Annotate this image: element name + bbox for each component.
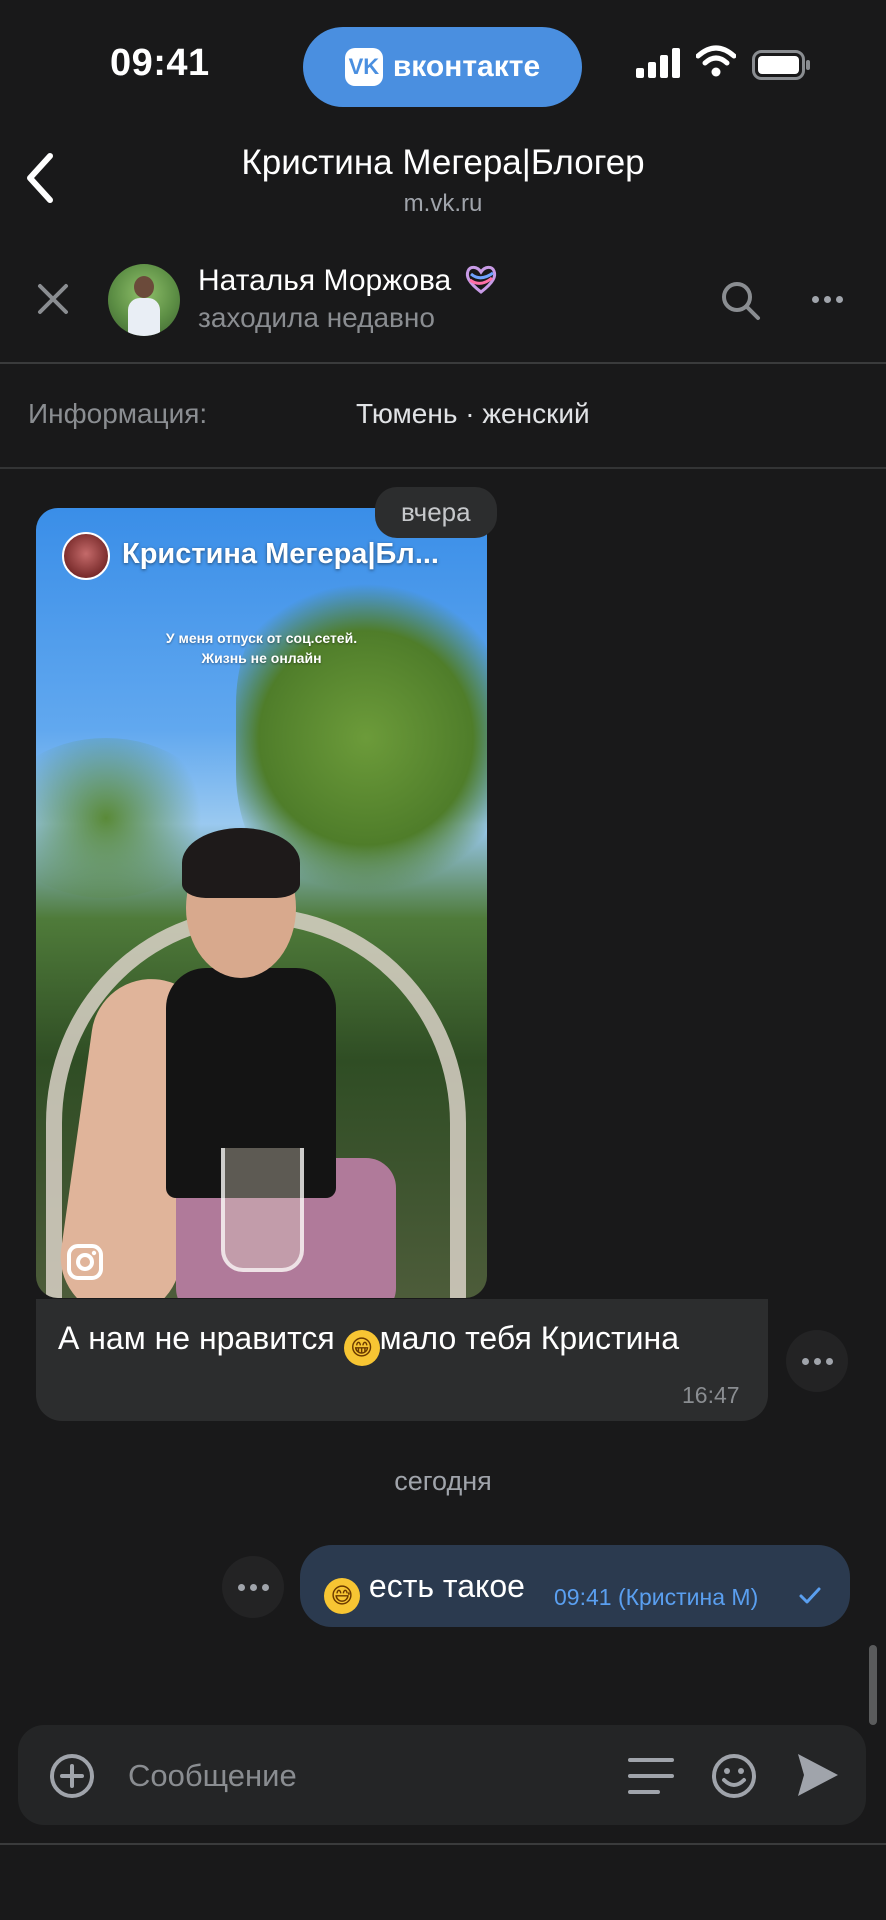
close-icon[interactable] <box>36 282 70 316</box>
info-value: Тюмень · женский <box>356 398 590 429</box>
vk-app-pill[interactable]: VK вконтакте <box>303 27 582 107</box>
incoming-message-time: 16:47 <box>682 1382 740 1408</box>
signal-icon <box>636 48 680 78</box>
contact-avatar[interactable] <box>108 264 180 336</box>
vk-logo-icon: VK <box>344 48 383 86</box>
date-separator-today: сегодня <box>394 1466 492 1496</box>
chat-domain: m.vk.ru <box>403 190 483 217</box>
instagram-icon <box>67 1244 103 1280</box>
date-separator-yesterday: вчера <box>375 487 497 538</box>
heart-ribbon-icon <box>465 265 496 294</box>
sweat-smile-emoji: 😅 <box>324 1578 360 1614</box>
message-actions-button[interactable] <box>222 1556 284 1618</box>
story-attachment[interactable]: Кристина Мегера|Бл... У меня отпуск от с… <box>36 508 487 1298</box>
more-icon[interactable] <box>812 296 843 303</box>
outgoing-message-time: 09:41 (Кристина М) <box>554 1584 759 1610</box>
contact-name[interactable]: Наталья Моржова <box>198 264 498 298</box>
divider <box>0 362 886 364</box>
info-label: Информация: <box>28 398 208 429</box>
plus-icon[interactable] <box>48 1752 96 1800</box>
check-icon <box>799 1587 821 1604</box>
chat-title: Кристина Мегера|Блогер <box>241 143 645 182</box>
incoming-message-text: А нам не нравится 😁 мало тебя Кристина <box>58 1320 679 1366</box>
contact-status: заходила недавно <box>198 302 435 333</box>
story-caption: У меня отпуск от соц.сетей. Жизнь не онл… <box>165 630 358 666</box>
outgoing-message-text: 😅 есть такое <box>324 1568 525 1614</box>
divider <box>0 1843 886 1845</box>
vk-app-label: вконтакте <box>392 50 541 83</box>
more-icon <box>237 1583 269 1591</box>
story-author-avatar <box>62 532 110 580</box>
send-icon[interactable] <box>794 1750 840 1800</box>
divider <box>0 467 886 469</box>
scrollbar[interactable] <box>869 1645 877 1725</box>
story-author: Кристина Мегера|Бл... <box>122 538 439 570</box>
wifi-icon <box>696 45 736 77</box>
message-actions-button[interactable] <box>786 1330 848 1392</box>
status-time: 09:41 <box>110 42 210 84</box>
battery-icon <box>752 50 810 80</box>
menu-icon[interactable] <box>628 1756 674 1796</box>
message-input[interactable] <box>126 1752 610 1800</box>
smile-icon[interactable] <box>710 1752 758 1800</box>
grin-emoji: 😁 <box>343 1330 380 1366</box>
search-icon[interactable] <box>720 280 762 322</box>
more-icon <box>801 1357 833 1365</box>
